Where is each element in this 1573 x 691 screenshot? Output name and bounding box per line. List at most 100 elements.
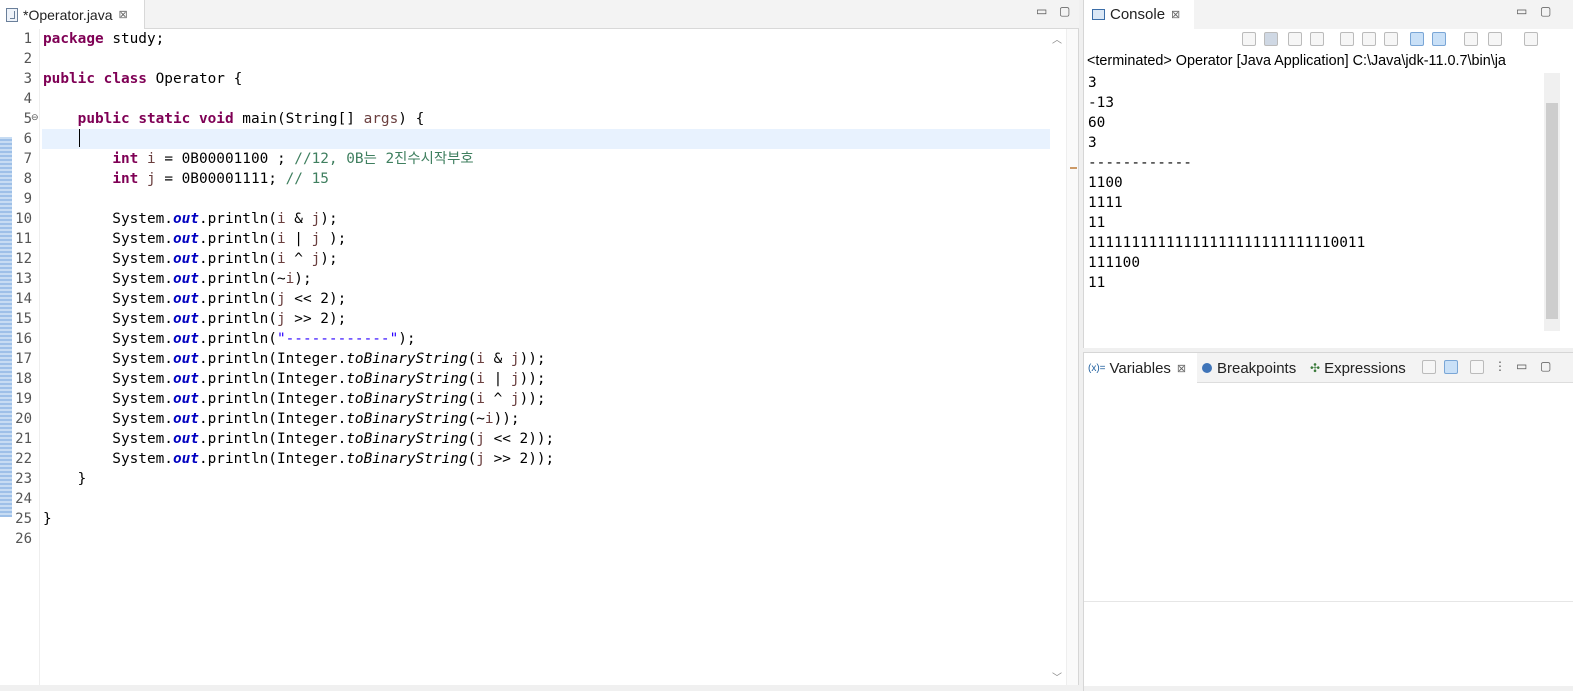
line-number: 21	[15, 431, 32, 447]
maximize-icon[interactable]: ▢	[1540, 4, 1551, 18]
tab-variables[interactable]: (x)= Variables ⊠	[1084, 353, 1197, 383]
code-line: System.out.println(Integer.toBinaryStrin…	[43, 351, 546, 367]
scrollbar-thumb[interactable]	[1546, 103, 1558, 319]
line-number: 14	[15, 291, 32, 307]
code-area[interactable]: package study; public class Operator { p…	[42, 29, 1050, 685]
debug-tabbar: (x)= Variables ⊠ Breakpoints ✣ Expressio…	[1084, 353, 1573, 383]
code-line: System.out.println(i & j);	[43, 211, 338, 227]
expressions-icon: ✣	[1310, 361, 1321, 375]
variables-horizontal-scrollbar[interactable]	[1084, 686, 1573, 691]
remove-all-icon[interactable]	[1310, 32, 1324, 46]
editor-tabbar: *Operator.java ⊠ ▭ ▢	[0, 0, 1079, 29]
console-vertical-scrollbar[interactable]	[1544, 73, 1560, 331]
line-number-gutter: 1 2 3 4 5 6 7 8 9 10 11 12 13 14 15 16 17 18 19 20 21 22 23 24 2…	[0, 29, 40, 685]
line-number: 5	[23, 111, 32, 127]
maximize-icon[interactable]: ▢	[1059, 4, 1070, 18]
output-line: 11	[1088, 275, 1106, 291]
word-wrap-icon[interactable]	[1384, 32, 1398, 46]
scroll-up-icon[interactable]: ︿	[1052, 31, 1062, 46]
line-number: 22	[15, 451, 32, 467]
line-number: 6	[23, 131, 32, 147]
line-number: 8	[23, 171, 32, 187]
variables-icon: (x)=	[1088, 362, 1106, 374]
code-line: System.out.println(Integer.toBinaryStrin…	[43, 391, 546, 407]
output-line: 1100	[1088, 175, 1123, 191]
code-line: public static void main(String[] args) {	[77, 111, 425, 127]
output-line: 60	[1088, 115, 1106, 131]
remove-launch-icon[interactable]	[1242, 32, 1256, 46]
open-console-icon[interactable]	[1524, 32, 1538, 46]
tab-console[interactable]: Console ⊠	[1084, 0, 1194, 29]
console-output[interactable]: 3 -13 60 3 ------------ 1100 1111 11 111…	[1088, 73, 1546, 331]
show-on-stdout-icon[interactable]	[1410, 32, 1424, 46]
line-number: 13	[15, 271, 32, 287]
output-line: 3	[1088, 75, 1097, 91]
line-number: 26	[15, 531, 32, 547]
show-logical-structure-icon[interactable]	[1444, 360, 1458, 374]
scroll-lock-icon[interactable]	[1362, 32, 1376, 46]
tab-operator-java[interactable]: *Operator.java ⊠	[0, 0, 145, 29]
minimize-icon[interactable]: ▭	[1516, 359, 1527, 373]
variables-label: Variables	[1109, 359, 1171, 377]
detail-pane-divider[interactable]	[1084, 601, 1573, 602]
editor-vertical-scrollbar[interactable]: ︿ ﹀	[1050, 29, 1066, 685]
overview-marker[interactable]	[1070, 167, 1077, 169]
eclipse-workbench: *Operator.java ⊠ ▭ ▢ 1 2 3 4 5 6 7 8 9 10 11 12 13 14…	[0, 0, 1573, 691]
fold-collapse-icon[interactable]: ⊖	[31, 113, 40, 122]
output-line: -13	[1088, 95, 1114, 111]
remove-icon[interactable]	[1288, 32, 1302, 46]
close-icon[interactable]: ⊠	[119, 8, 128, 21]
line-number: 1	[23, 31, 32, 47]
minimize-icon[interactable]: ▭	[1036, 4, 1047, 18]
code-line: int i = 0B00001100 ; //12, 0B는 2진수시작부호	[112, 151, 474, 167]
breakpoint-icon	[1202, 363, 1212, 373]
output-line: ------------	[1088, 155, 1192, 171]
code-line: System.out.println(Integer.toBinaryStrin…	[43, 431, 555, 447]
show-type-names-icon[interactable]	[1422, 360, 1436, 374]
code-line: }	[43, 511, 52, 527]
view-menu-icon[interactable]: ⋮	[1494, 359, 1506, 373]
display-console-icon[interactable]	[1488, 32, 1502, 46]
clear-console-icon[interactable]	[1340, 32, 1354, 46]
code-line: int j = 0B00001111; // 15	[112, 171, 329, 187]
tab-expressions[interactable]: ✣ Expressions	[1310, 353, 1406, 383]
line-number: 3	[23, 71, 32, 87]
line-number: 11	[15, 231, 32, 247]
console-toolbar	[1084, 29, 1573, 51]
minimize-icon[interactable]: ▭	[1516, 4, 1527, 18]
output-line: 1111	[1088, 195, 1123, 211]
debug-views: (x)= Variables ⊠ Breakpoints ✣ Expressio…	[1083, 352, 1573, 691]
maximize-icon[interactable]: ▢	[1540, 359, 1551, 373]
code-line: System.out.println(Integer.toBinaryStrin…	[43, 451, 555, 467]
tab-breakpoints[interactable]: Breakpoints	[1202, 353, 1296, 383]
tab-title: *Operator.java	[23, 6, 113, 23]
scroll-down-icon[interactable]: ﹀	[1052, 669, 1062, 684]
current-line	[42, 129, 1050, 149]
code-line: System.out.println(i | j );	[43, 231, 347, 247]
java-editor[interactable]: *Operator.java ⊠ ▭ ▢ 1 2 3 4 5 6 7 8 9 10 11 12 13 14…	[0, 0, 1079, 691]
show-on-stderr-icon[interactable]	[1432, 32, 1446, 46]
code-line: System.out.println(Integer.toBinaryStrin…	[43, 371, 546, 387]
console-tab-title: Console	[1110, 6, 1166, 23]
line-number: 17	[15, 351, 32, 367]
java-file-icon	[6, 7, 18, 22]
overview-ruler[interactable]	[1066, 29, 1078, 685]
code-line: System.out.println(j << 2);	[43, 291, 347, 307]
line-number: 23	[15, 471, 32, 487]
console-horizontal-scrollbar[interactable]	[1088, 331, 1544, 345]
console-tabbar: Console ⊠ ▭ ▢	[1084, 0, 1573, 29]
breakpoints-label: Breakpoints	[1217, 359, 1297, 377]
close-icon[interactable]: ⊠	[1171, 8, 1180, 21]
code-line: public class Operator {	[43, 71, 243, 87]
pin-console-icon[interactable]	[1464, 32, 1478, 46]
output-line: 111100	[1088, 255, 1140, 271]
editor-horizontal-scrollbar[interactable]	[0, 685, 1079, 691]
collapse-all-icon[interactable]	[1470, 360, 1484, 374]
terminate-icon[interactable]	[1264, 32, 1278, 46]
line-number: 2	[23, 51, 32, 67]
close-icon[interactable]: ⊠	[1177, 362, 1186, 375]
